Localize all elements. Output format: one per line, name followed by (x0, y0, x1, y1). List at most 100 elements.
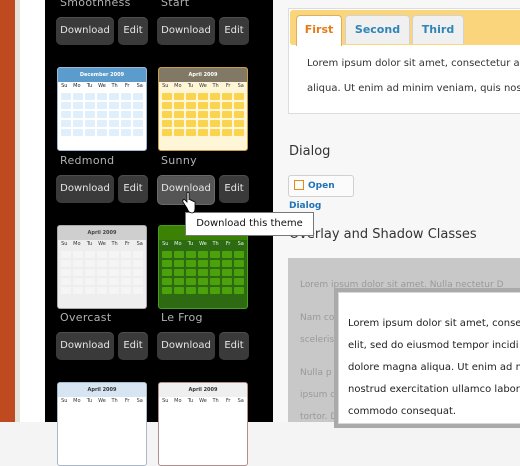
download-button[interactable]: Download (56, 175, 114, 203)
tab-first[interactable]: First (296, 15, 342, 46)
calendar-grid (58, 91, 146, 138)
week-days: Su Mo Tu We Th Fr Sa (162, 83, 244, 89)
calendar-grid (159, 91, 247, 138)
calendar-day (210, 111, 220, 118)
calendar-day (85, 93, 95, 100)
calendar-day (162, 93, 172, 100)
dialog-heading: Dialog (289, 144, 331, 159)
calendar-day (133, 260, 143, 267)
hand-cursor-icon (182, 192, 196, 214)
calendar-day (198, 251, 208, 258)
download-button[interactable]: Download (56, 17, 114, 45)
open-dialog-button[interactable]: Open Dialog (288, 175, 354, 211)
calendar-title: April 2009 (58, 226, 146, 240)
tab-third[interactable]: Third (412, 15, 464, 44)
calendar-day (133, 93, 143, 100)
calendar-day (73, 269, 83, 276)
calendar-day (109, 111, 119, 118)
calendar-day (133, 269, 143, 276)
week-days: Su Mo Tu We Th Fr Sa (61, 241, 143, 247)
download-tooltip: Download this theme (185, 212, 314, 236)
calendar-day (85, 129, 95, 136)
calendar-day (222, 278, 232, 285)
theme-thumbnail[interactable]: April 2009 Su Mo Tu We Th Fr Sa (57, 382, 147, 466)
calendar-day (73, 120, 83, 127)
calendar-day (186, 111, 196, 118)
calendar-day (133, 129, 143, 136)
edit-button[interactable]: Edit (118, 17, 148, 45)
theme-thumbnail[interactable]: April 2009 Su Mo Tu We Th Fr Sa (158, 382, 248, 466)
calendar-day (61, 93, 71, 100)
calendar-day (198, 278, 208, 285)
calendar-day (97, 287, 107, 294)
calendar-day (61, 260, 71, 267)
calendar-day (222, 102, 232, 109)
calendar-day (162, 269, 172, 276)
calendar-day (222, 251, 232, 258)
week-days: Su Mo Tu We Th Fr Sa (162, 241, 244, 247)
overlay-content-box (338, 292, 520, 424)
calendar-day (234, 287, 244, 294)
calendar-day (210, 278, 220, 285)
theme-thumbnail-sunny[interactable]: April 2009 Su Mo Tu We Th Fr Sa (158, 67, 248, 151)
edit-button[interactable]: Edit (219, 332, 249, 360)
calendar-day (174, 102, 184, 109)
calendar-day (210, 251, 220, 258)
calendar-day (85, 102, 95, 109)
calendar-day (162, 260, 172, 267)
calendar-day (210, 102, 220, 109)
calendar-day (186, 120, 196, 127)
download-button[interactable]: Download (157, 17, 215, 45)
calendar-day (234, 269, 244, 276)
calendar-day (85, 278, 95, 285)
calendar-day (133, 102, 143, 109)
calendar-day (174, 260, 184, 267)
calendar-day (121, 278, 131, 285)
edit-button[interactable]: Edit (118, 332, 148, 360)
calendar-day (97, 93, 107, 100)
download-button[interactable]: Download (56, 332, 114, 360)
edit-button[interactable]: Edit (219, 175, 249, 203)
calendar-day (121, 129, 131, 136)
calendar-day (97, 129, 107, 136)
calendar-day (174, 278, 184, 285)
calendar-day (73, 111, 83, 118)
calendar-day (222, 287, 232, 294)
calendar-day (186, 260, 196, 267)
calendar-day (162, 102, 172, 109)
calendar-day (133, 251, 143, 258)
calendar-day (234, 111, 244, 118)
overlay-content-text: commodo consequat. (348, 406, 457, 417)
browser-edge (0, 0, 20, 422)
calendar-day (162, 111, 172, 118)
calendar-title: December 2009 (58, 68, 146, 82)
tab-second[interactable]: Second (345, 15, 410, 44)
calendar-day (210, 269, 220, 276)
calendar-day (198, 111, 208, 118)
overlay-text: sceleris (300, 335, 335, 345)
calendar-day (198, 102, 208, 109)
theme-thumbnail-redmond[interactable]: December 2009 Su Mo Tu We Th Fr Sa (57, 67, 147, 151)
calendar-day (109, 102, 119, 109)
download-button[interactable]: Download (157, 332, 215, 360)
theme-thumbnail-le-frog[interactable]: April 2009 SuMoTuWeThFrSa (158, 225, 248, 309)
calendar-day (210, 287, 220, 294)
theme-thumbnail-overcast[interactable]: April 2009 Su Mo Tu We Th Fr Sa (57, 225, 147, 309)
calendar-day (109, 260, 119, 267)
calendar-day (174, 120, 184, 127)
new-window-icon (294, 179, 304, 190)
calendar-day (162, 278, 172, 285)
calendar-day (186, 93, 196, 100)
calendar-day (222, 260, 232, 267)
calendar-day (174, 251, 184, 258)
edit-button[interactable]: Edit (219, 17, 249, 45)
calendar-day (234, 278, 244, 285)
calendar-day (73, 278, 83, 285)
overlay-heading: Overlay and Shadow Classes (289, 227, 477, 242)
theme-name: Sunny (161, 154, 197, 167)
calendar-day (121, 269, 131, 276)
calendar-day (162, 129, 172, 136)
calendar-day (73, 129, 83, 136)
calendar-day (97, 102, 107, 109)
edit-button[interactable]: Edit (118, 175, 148, 203)
